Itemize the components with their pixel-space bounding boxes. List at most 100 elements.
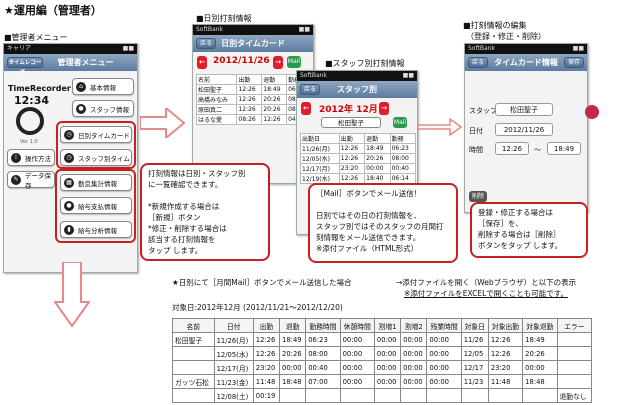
table-cell: 11/26(月)	[213, 332, 254, 347]
table-row: 12/05(水) 12:26 20:26 08:00 00:00 00:00 00:00 00…	[172, 346, 593, 361]
navbar: 戻る タイムカード情報 保存	[465, 54, 587, 71]
table-row[interactable]: 11/26(月) 12:26 18:49 06:23	[300, 143, 417, 154]
next-day-button[interactable]: →	[273, 56, 283, 69]
staff-label: スタッフ	[469, 107, 497, 115]
label-edit-sub: （登録・修正・削除）	[466, 32, 546, 41]
back-button[interactable]: タイムレコーダー	[7, 57, 43, 76]
table-cell	[373, 388, 402, 403]
data-save-button[interactable]: ✎ データ保存	[7, 171, 55, 190]
table-cell: 12:26	[338, 143, 366, 154]
table-cell	[278, 388, 307, 403]
table-cell	[172, 388, 215, 403]
callout-save-delete: 登録・修正する場合は ［保存］を、 削除する場合は［削除］ ボタンをタップ します。	[470, 202, 588, 258]
table-cell	[556, 346, 593, 361]
table-cell: 11:48	[252, 374, 281, 389]
table-row[interactable]: 12/05(水) 12:26 20:26 08:00	[300, 153, 417, 164]
callout-line: 削除する場合は［削除］	[478, 230, 561, 239]
table-cell: 松田聖子	[195, 84, 238, 95]
table-cell: 08:00	[389, 153, 417, 164]
table-cell: 20:26	[261, 94, 288, 105]
table-cell: 12/19(水)	[300, 173, 340, 184]
table-cell: 12:26	[338, 173, 366, 184]
navbar: タイムレコーダー 管理者メニュー	[4, 54, 137, 76]
table-row[interactable]: 高橋みなみ12:2620:2608:00	[195, 94, 312, 105]
mail-button[interactable]: Mail	[287, 56, 301, 68]
delete-button[interactable]: 削除	[469, 191, 487, 202]
out-time-field[interactable]: 18:49	[547, 142, 581, 155]
table-cell: 00:00	[522, 360, 558, 375]
next-month-button[interactable]: →	[379, 102, 389, 115]
date-field[interactable]: 2012/11/26	[495, 123, 553, 136]
table-cell: 松田聖子	[172, 332, 215, 347]
save-button[interactable]: 保存	[563, 57, 584, 68]
table-cell: 11/26	[460, 332, 489, 347]
callout-line: に一覧確認できます。	[148, 180, 223, 189]
result-table: 名前 日付 出勤 退勤 勤務時間 休憩時間 割増1 割増2 残業時間 対象日 対象出勤 対象退勤 エラー…	[172, 318, 593, 403]
date-display: 2012/11/26	[213, 56, 270, 66]
staff-selector[interactable]: 松田聖子	[321, 117, 381, 128]
back-button[interactable]: 戻る	[468, 57, 489, 68]
table-cell: 12/17	[460, 360, 489, 375]
table-cell: 00:00	[339, 374, 375, 389]
tilde: 〜	[534, 146, 541, 154]
table-cell	[556, 332, 593, 347]
table-cell	[556, 360, 593, 375]
table-cell: 12/17(月)	[300, 163, 340, 174]
table-cell: 高橋みなみ	[195, 94, 238, 105]
table-cell: 08:26	[236, 114, 263, 125]
column-header: 名前	[172, 318, 215, 333]
heading: ★運用編（管理者）	[4, 4, 102, 17]
label-admin-menu: ■管理者メニュー	[4, 33, 68, 42]
prev-month-button[interactable]: ←	[301, 102, 311, 115]
table-cell: 00:00	[339, 360, 375, 375]
callout-line: *修正・削除する場合は	[148, 224, 227, 233]
callout-line: ［Mail］ボタンでメール送信！	[316, 189, 422, 198]
table-cell: 23:20	[338, 163, 366, 174]
table-cell	[556, 374, 593, 389]
staff-field[interactable]: 松田聖子	[495, 103, 553, 116]
back-button[interactable]: 戻る	[196, 38, 217, 49]
table-cell: 18:48	[278, 374, 307, 389]
table-cell: 11/26(月)	[300, 143, 340, 154]
table-row[interactable]: 松田聖子12:2618:4906:23	[195, 84, 312, 95]
logo: TimeRecorder	[8, 84, 71, 93]
table-cell: 出勤日	[300, 133, 340, 144]
table-cell: 12/08(土)	[213, 388, 254, 403]
table-cell: 00:00	[426, 374, 462, 389]
period-label: 対象日:2012年12月 (2012/11/21〜2012/12/20)	[172, 303, 343, 312]
table-cell: 00:00	[339, 346, 375, 361]
attach-note-2: ※添付ファイルをEXCELで開くことも可能です。	[404, 289, 569, 298]
callout-mail-info: ［Mail］ボタンでメール送信！ 日別ではその日の打刻情報を、 スタッフ別ではその…	[308, 183, 458, 263]
table-cell: 12/05	[460, 346, 489, 361]
callout-line: *新規作成する場合は	[148, 202, 220, 211]
date-label: 日付	[469, 127, 483, 135]
basic-info-button[interactable]: ⌂ 基本情報	[72, 78, 134, 95]
table-row[interactable]: はるな愛08:2612:2604:00	[195, 114, 312, 125]
daily-table: 名前出勤退勤勤務松田聖子12:2618:4906:23高橋みなみ12:2620:…	[195, 74, 312, 125]
back-button[interactable]: 戻る	[300, 84, 321, 95]
table-cell: 00:00	[339, 332, 375, 347]
table-row[interactable]: 12/19(水) 12:26 18:40 06:14	[300, 173, 417, 184]
table-cell: 00:00	[426, 332, 462, 347]
table-row[interactable]: 12/17(月) 23:20 00:00 00:40	[300, 163, 417, 174]
prev-day-button[interactable]: ←	[197, 56, 207, 69]
callout-line: 打刻情報は日別・スタッフ別	[148, 169, 246, 178]
staff-info-button[interactable]: ● スタッフ情報	[72, 100, 134, 117]
howto-button[interactable]: i 操作方法	[7, 149, 55, 166]
table-cell: 00:00	[426, 360, 462, 375]
table-cell: 20:26	[278, 346, 307, 361]
table-cell: 12/17(月)	[213, 360, 254, 375]
table-row[interactable]: 原田真二12:2620:2608:00	[195, 104, 312, 115]
table-cell: 23:20	[487, 360, 524, 375]
table-cell: 退勤	[261, 74, 288, 85]
table-cell: 18:49	[278, 332, 307, 347]
carrier-label: キャリア	[7, 45, 32, 52]
table-cell: 12/05(水)	[213, 346, 254, 361]
in-time-field[interactable]: 12:26	[495, 142, 529, 155]
callout-line: 該当する打刻情報を	[148, 235, 216, 244]
callout-line: ※添付ファイル（HTML形式）	[316, 244, 419, 253]
table-cell	[172, 360, 215, 375]
mail-button[interactable]: Mail	[393, 117, 407, 128]
table-cell: 07:00	[305, 374, 341, 389]
table-cell: 11/23	[460, 374, 489, 389]
